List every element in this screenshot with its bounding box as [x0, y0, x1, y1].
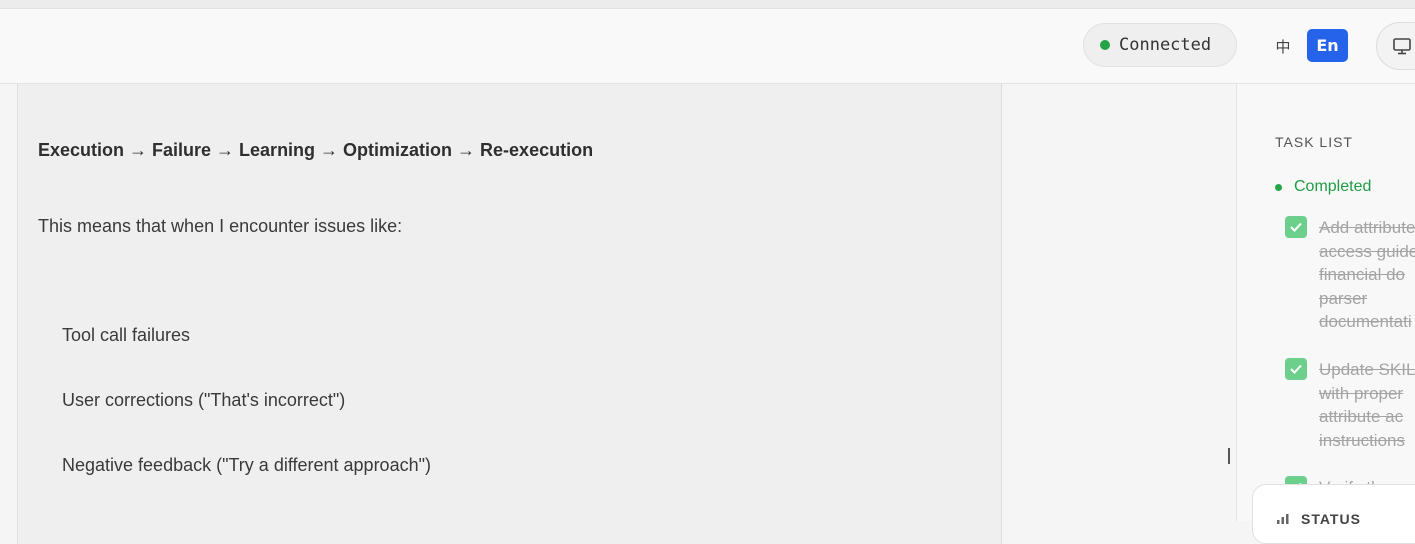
connection-status-text: Connected [1119, 35, 1212, 55]
completed-group-label: Completed [1294, 178, 1372, 195]
monitor-icon [1393, 38, 1411, 55]
connection-status-badge: Connected [1083, 23, 1237, 67]
status-panel[interactable]: STATUS [1252, 484, 1415, 544]
task-text: Add attribute access guide financial do … [1319, 218, 1415, 331]
status-label: STATUS [1301, 511, 1361, 527]
bar-chart-icon [1277, 514, 1289, 524]
list-item: Negative feedback ("Try a different appr… [62, 455, 431, 475]
completed-dot-icon [1275, 183, 1282, 191]
chat-left-gutter [0, 84, 17, 521]
checkbox-checked-icon[interactable] [1285, 358, 1307, 380]
task-item[interactable]: Update SKILL with proper attribute ac in… [1285, 358, 1415, 458]
list-item: Tool call failures [62, 325, 191, 345]
display-toggle-button[interactable] [1376, 22, 1415, 70]
status-dot-icon [1100, 40, 1110, 50]
language-zh-button[interactable]: 中 [1266, 30, 1300, 62]
app-header: Connected 中 En [0, 9, 1415, 84]
task-text: Update SKILL with proper attribute ac in… [1319, 360, 1415, 450]
assistant-message: Execution → Failure → Learning → Optimiz… [17, 84, 1002, 544]
checkbox-checked-icon[interactable] [1285, 216, 1307, 238]
completed-group-header[interactable]: Completed [1275, 178, 1371, 196]
issues-intro-text: This means that when I encounter issues … [38, 216, 403, 236]
task-item[interactable]: Add attribute access guide financial do … [1285, 216, 1415, 336]
task-sidebar: TASK LIST Completed Add attribute access… [1236, 84, 1415, 521]
task-list-title: TASK LIST [1275, 134, 1353, 150]
language-en-button[interactable]: En [1307, 29, 1348, 62]
execution-cycle-heading: Execution → Failure → Learning → Optimiz… [38, 140, 594, 160]
top-strip [0, 0, 1415, 9]
text-cursor [1228, 448, 1230, 464]
list-item: User corrections ("That's incorrect") [62, 390, 346, 410]
